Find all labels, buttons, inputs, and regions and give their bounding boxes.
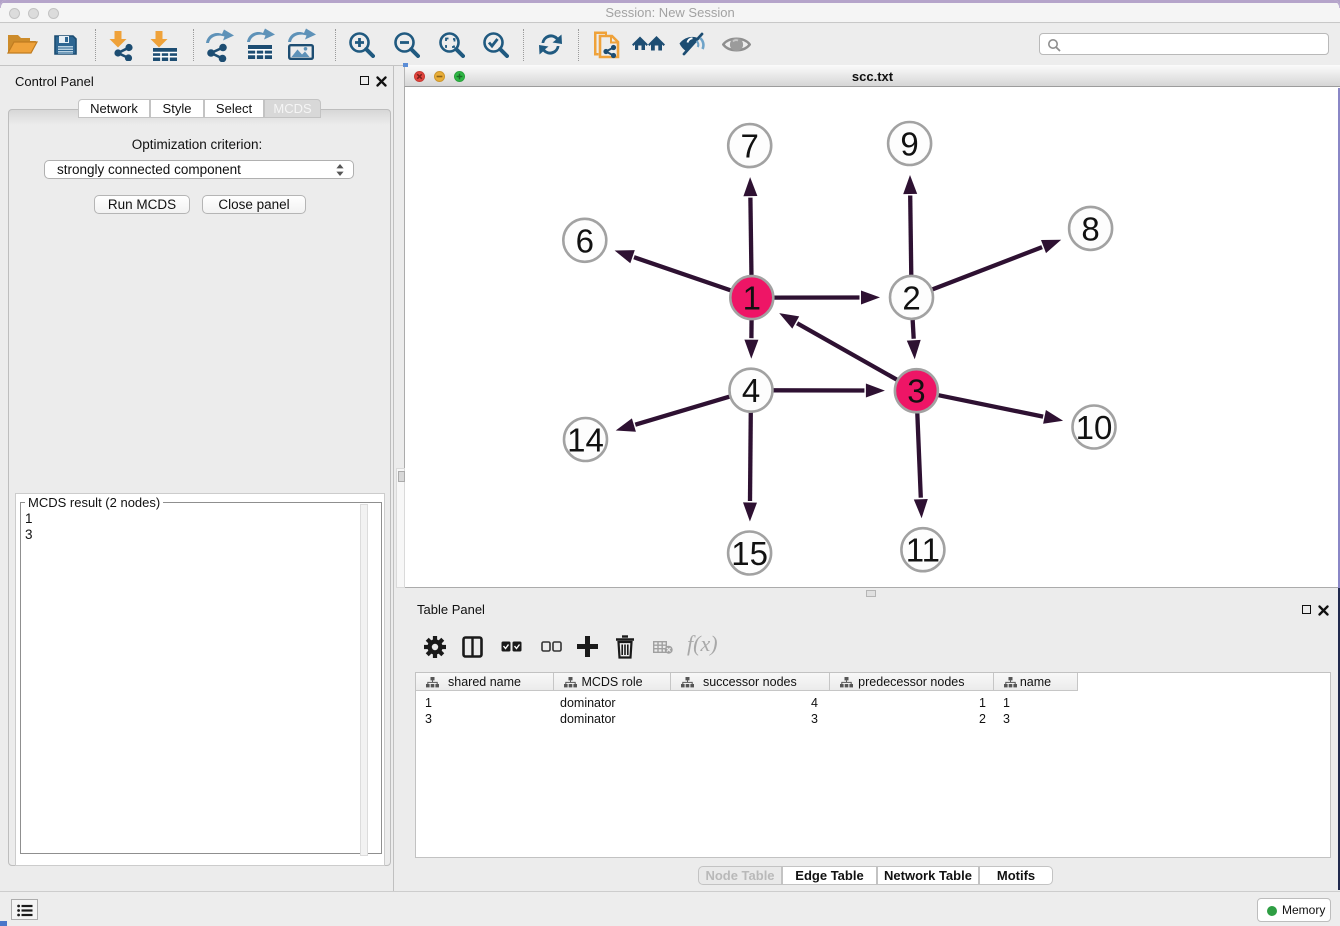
svg-text:3: 3 <box>907 373 925 410</box>
svg-text:2: 2 <box>902 279 920 316</box>
svg-text:6: 6 <box>576 222 594 259</box>
svg-text:15: 15 <box>731 535 768 572</box>
svg-text:10: 10 <box>1076 409 1113 446</box>
svg-text:1: 1 <box>743 280 761 317</box>
svg-text:7: 7 <box>741 128 759 165</box>
svg-text:14: 14 <box>567 422 604 459</box>
svg-text:8: 8 <box>1081 210 1099 247</box>
svg-text:11: 11 <box>906 532 940 569</box>
svg-text:9: 9 <box>900 126 918 163</box>
svg-text:4: 4 <box>742 372 760 409</box>
